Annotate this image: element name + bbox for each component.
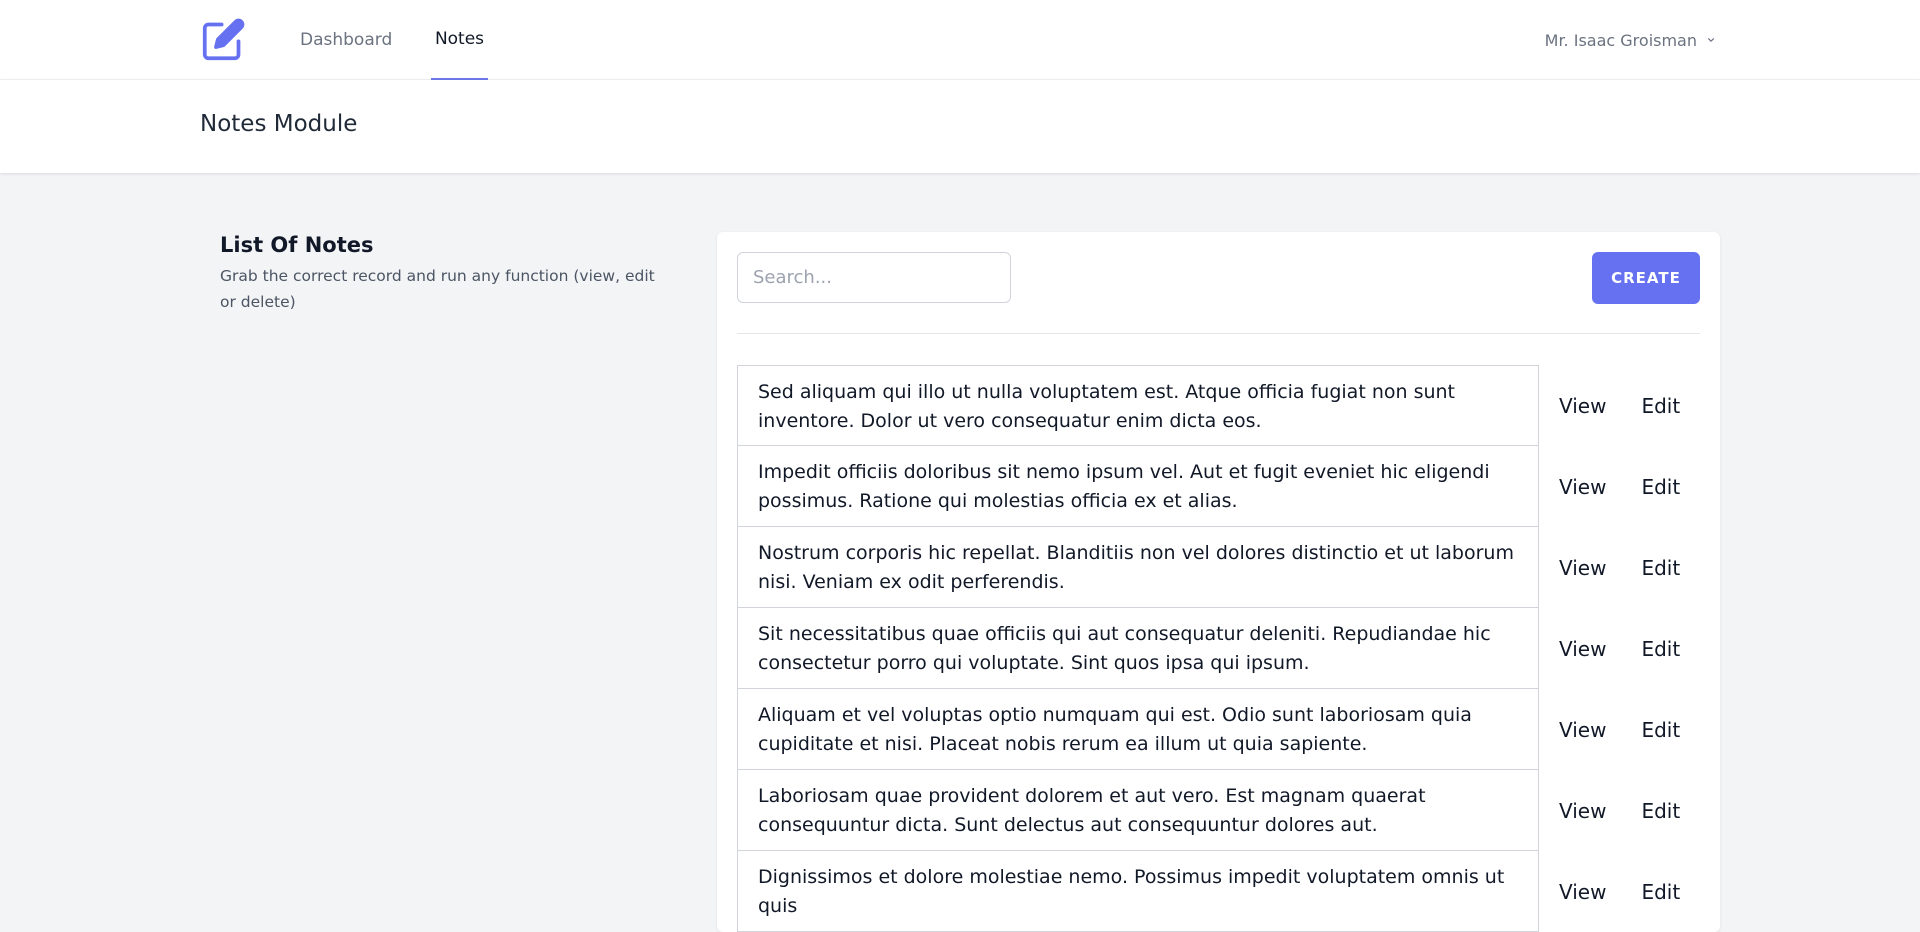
view-button[interactable]: View — [1559, 394, 1606, 418]
user-menu[interactable]: Mr. Isaac Groisman — [1545, 0, 1717, 80]
edit-button[interactable]: Edit — [1641, 799, 1680, 823]
search-input[interactable] — [737, 252, 1011, 303]
section-description: Grab the correct record and run any func… — [220, 267, 655, 311]
section-title: List Of Notes — [220, 233, 374, 257]
edit-button[interactable]: Edit — [1641, 475, 1680, 499]
view-button[interactable]: View — [1559, 637, 1606, 661]
row-actions: View Edit — [1539, 446, 1700, 527]
row-actions: View Edit — [1539, 770, 1700, 851]
section-info: List Of Notes Grab the correct record an… — [220, 233, 660, 315]
top-navbar: Dashboard Notes Mr. Isaac Groisman — [0, 0, 1920, 80]
list-item: Impedit officiis doloribus sit nemo ipsu… — [737, 446, 1700, 527]
list-item: Sed aliquam qui illo ut nulla voluptatem… — [737, 365, 1700, 446]
edit-button[interactable]: Edit — [1641, 394, 1680, 418]
view-button[interactable]: View — [1559, 880, 1606, 904]
list-item: Sit necessitatibus quae officiis qui aut… — [737, 608, 1700, 689]
row-actions: View Edit — [1539, 527, 1700, 608]
edit-button[interactable]: Edit — [1641, 718, 1680, 742]
note-text: Nostrum corporis hic repellat. Blanditii… — [737, 527, 1539, 608]
view-button[interactable]: View — [1559, 475, 1606, 499]
list-item: Dignissimos et dolore molestiae nemo. Po… — [737, 851, 1700, 932]
view-button[interactable]: View — [1559, 718, 1606, 742]
nav-link-dashboard[interactable]: Dashboard — [300, 0, 392, 80]
nav-link-notes[interactable]: Notes — [431, 0, 488, 80]
note-text: Laboriosam quae provident dolorem et aut… — [737, 770, 1539, 851]
edit-button[interactable]: Edit — [1641, 556, 1680, 580]
note-text: Aliquam et vel voluptas optio numquam qu… — [737, 689, 1539, 770]
page-header: Notes Module — [0, 80, 1920, 173]
note-text: Impedit officiis doloribus sit nemo ipsu… — [737, 446, 1539, 527]
page-title: Notes Module — [200, 111, 358, 137]
row-actions: View Edit — [1539, 608, 1700, 689]
note-text: Dignissimos et dolore molestiae nemo. Po… — [737, 851, 1539, 932]
edit-button[interactable]: Edit — [1641, 880, 1680, 904]
view-button[interactable]: View — [1559, 799, 1606, 823]
list-item: Aliquam et vel voluptas optio numquam qu… — [737, 689, 1700, 770]
edit-button[interactable]: Edit — [1641, 637, 1680, 661]
create-button[interactable]: CREATE — [1592, 252, 1700, 304]
row-actions: View Edit — [1539, 365, 1700, 446]
note-edit-icon[interactable] — [201, 17, 246, 62]
row-actions: View Edit — [1539, 689, 1700, 770]
notes-card: CREATE Sed aliquam qui illo ut nulla vol… — [717, 232, 1720, 932]
note-text: Sit necessitatibus quae officiis qui aut… — [737, 608, 1539, 689]
user-name: Mr. Isaac Groisman — [1544, 30, 1697, 50]
list-item: Nostrum corporis hic repellat. Blanditii… — [737, 527, 1700, 608]
row-actions: View Edit — [1539, 851, 1700, 932]
chevron-down-icon — [1708, 38, 1715, 42]
note-text: Sed aliquam qui illo ut nulla voluptatem… — [737, 365, 1539, 446]
view-button[interactable]: View — [1559, 556, 1606, 580]
list-item: Laboriosam quae provident dolorem et aut… — [737, 770, 1700, 851]
divider — [737, 333, 1700, 334]
notes-list: Sed aliquam qui illo ut nulla voluptatem… — [737, 365, 1700, 932]
